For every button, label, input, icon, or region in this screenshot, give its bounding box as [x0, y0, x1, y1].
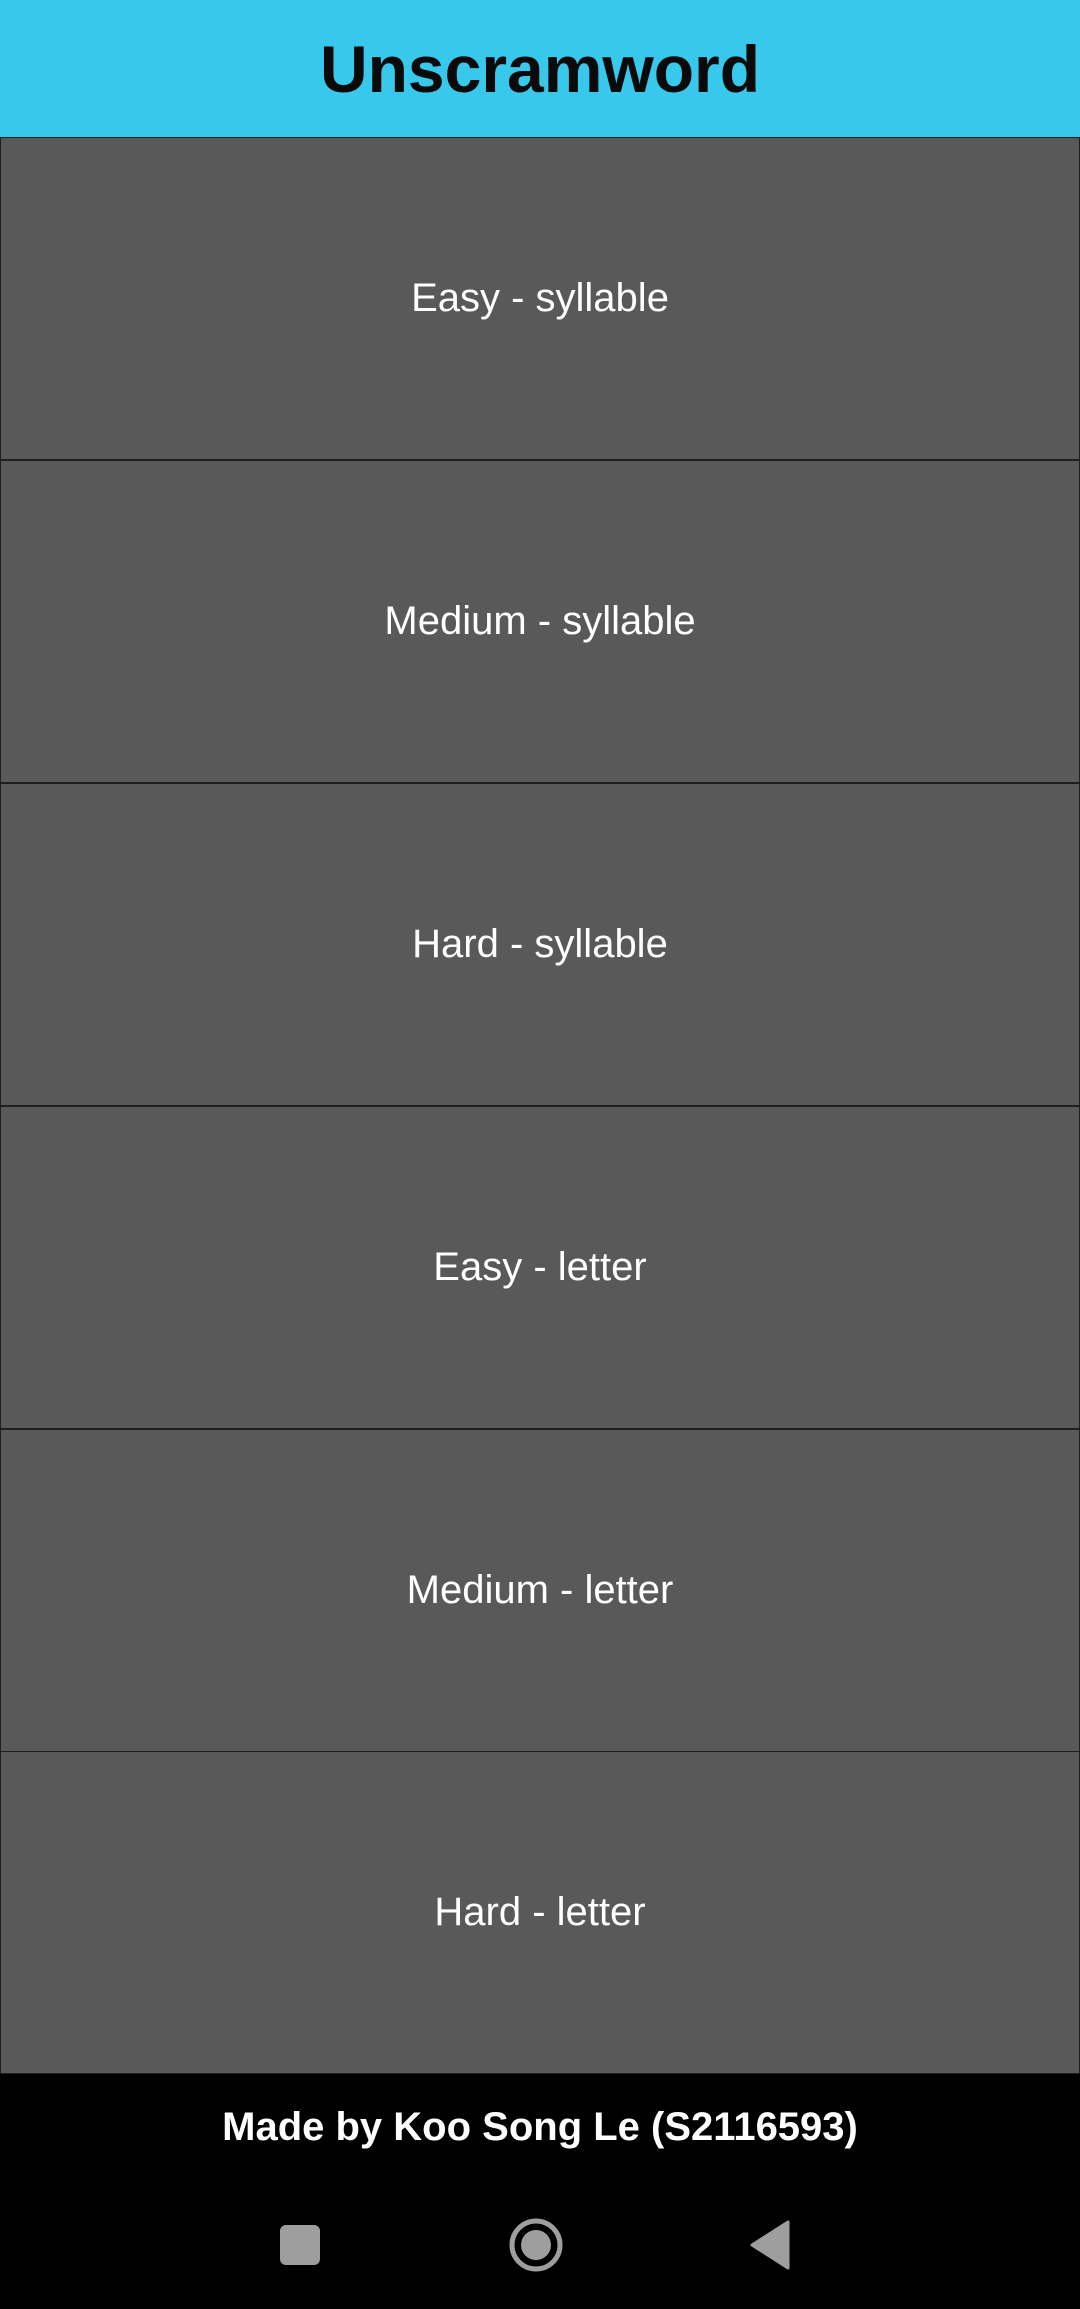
- hard-syllable-button[interactable]: Hard - syllable: [0, 783, 1080, 1106]
- home-circle-icon: [509, 2218, 563, 2271]
- easy-syllable-button[interactable]: Easy - syllable: [0, 137, 1080, 460]
- medium-letter-button[interactable]: Medium - letter: [0, 1429, 1080, 1752]
- medium-syllable-button[interactable]: Medium - syllable: [0, 460, 1080, 783]
- recents-button[interactable]: [230, 2180, 370, 2309]
- system-navigation-bar: [0, 2180, 1080, 2309]
- easy-syllable-label: Easy - syllable: [411, 276, 669, 320]
- back-button[interactable]: [700, 2180, 840, 2309]
- easy-letter-button[interactable]: Easy - letter: [0, 1106, 1080, 1429]
- hard-letter-label: Hard - letter: [434, 1890, 646, 1934]
- app-screen: Unscramword Easy - syllable Medium - syl…: [0, 0, 1080, 2309]
- home-button[interactable]: [466, 2180, 606, 2309]
- app-title: Unscramword: [319, 31, 761, 106]
- medium-letter-label: Medium - letter: [406, 1568, 674, 1612]
- medium-syllable-label: Medium - syllable: [384, 599, 696, 643]
- hard-syllable-label: Hard - syllable: [412, 922, 668, 966]
- credits-footer: Made by Koo Song Le (S2116593): [0, 2074, 1080, 2180]
- back-triangle-icon: [750, 2220, 790, 2269]
- difficulty-menu: Easy - syllable Medium - syllable Hard -…: [0, 137, 1080, 2074]
- recents-square-icon: [280, 2224, 320, 2265]
- easy-letter-label: Easy - letter: [433, 1245, 647, 1289]
- hard-letter-button[interactable]: Hard - letter: [0, 1751, 1080, 2074]
- app-header: Unscramword: [0, 0, 1080, 137]
- credits-text: Made by Koo Song Le (S2116593): [222, 2104, 858, 2149]
